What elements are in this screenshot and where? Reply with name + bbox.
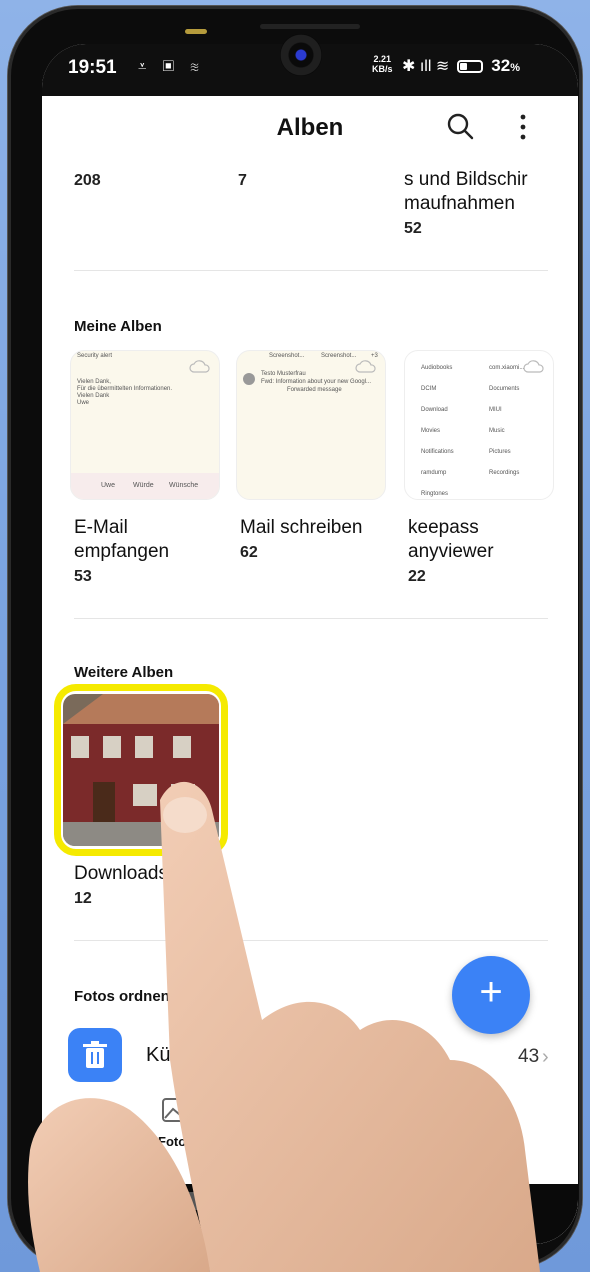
recently-deleted-label[interactable]: Kürzlic (146, 1044, 206, 1067)
recently-deleted-count: 43 (518, 1046, 540, 1067)
more-options-icon[interactable] (516, 112, 530, 142)
section-heading-weitere-alben: Weitere Alben (74, 664, 174, 681)
trash-icon[interactable] (68, 1028, 122, 1082)
divider (74, 270, 548, 271)
chevron-right-icon: › (542, 1046, 549, 1068)
app-header: Alben (42, 96, 578, 160)
album-count: 12 (74, 890, 92, 907)
front-camera (280, 34, 322, 76)
tab-photos[interactable]: Fotos (158, 1134, 193, 1149)
divider (74, 618, 548, 619)
album-label[interactable]: Downloads (74, 862, 168, 886)
album-thumbnail-keepass[interactable]: Audiobooks com.xiaomi... DCIM Documents … (404, 350, 554, 500)
album-count: 208 (74, 172, 101, 189)
album-count: 53 (74, 568, 92, 585)
add-album-button[interactable]: + (452, 956, 530, 1034)
album-thumbnail-mail-schreiben[interactable]: Screenshot... Screenshot... +3 Testo Mus… (236, 350, 386, 500)
plus-icon: + (479, 970, 503, 1014)
highlight-frame (54, 684, 228, 856)
system-navigation-bar (42, 1184, 578, 1244)
earpiece-accent (185, 29, 207, 34)
album-thumbnail-email[interactable]: Security alert Vielen Dank, Für die über… (70, 350, 220, 500)
status-time: 19:51 (68, 57, 117, 78)
album-count: 52 (404, 220, 422, 237)
section-heading-meine-alben: Meine Alben (74, 318, 162, 335)
album-count: 7 (238, 172, 247, 189)
album-count: 22 (408, 568, 426, 585)
cloud-icon (523, 360, 544, 373)
earpiece-speaker (260, 24, 360, 29)
album-label[interactable]: Mail schreiben (240, 516, 390, 540)
screen: 19:51 ⩡ ▣ ≋ 2.21 KB/s ✱ ıll ≋ 32% Alben (42, 44, 578, 1244)
battery-icon (457, 59, 484, 73)
divider (74, 940, 548, 941)
connectivity-icons: ✱ ıll ≋ (402, 58, 450, 75)
keyboard-suggestions: Uwe Würde Wünsche (71, 473, 219, 499)
album-label[interactable]: s und Bildschir maufnahmen (404, 168, 564, 216)
status-right-icons: ✱ ıll ≋ 32% (402, 56, 520, 75)
album-label[interactable]: E-Mail empfangen (74, 516, 224, 564)
section-heading-fotos-ordnen: Fotos ordnen (74, 988, 170, 1005)
photos-tab-icon[interactable] (162, 1098, 190, 1122)
album-label[interactable]: keepass anyviewer (408, 516, 548, 564)
home-indicator[interactable] (182, 1192, 204, 1210)
album-count: 62 (240, 544, 258, 561)
search-icon[interactable] (446, 112, 474, 140)
status-notification-icons: ⩡ ▣ ≋ (138, 58, 205, 75)
phone-frame: 19:51 ⩡ ▣ ≋ 2.21 KB/s ✱ ıll ≋ 32% Alben (8, 6, 582, 1268)
cloud-icon (355, 360, 376, 373)
battery-percent: 32 (491, 56, 511, 75)
page-title: Alben (276, 114, 344, 141)
avatar (243, 373, 255, 385)
network-rate: 2.21 KB/s (372, 54, 393, 74)
cloud-icon (189, 360, 210, 373)
